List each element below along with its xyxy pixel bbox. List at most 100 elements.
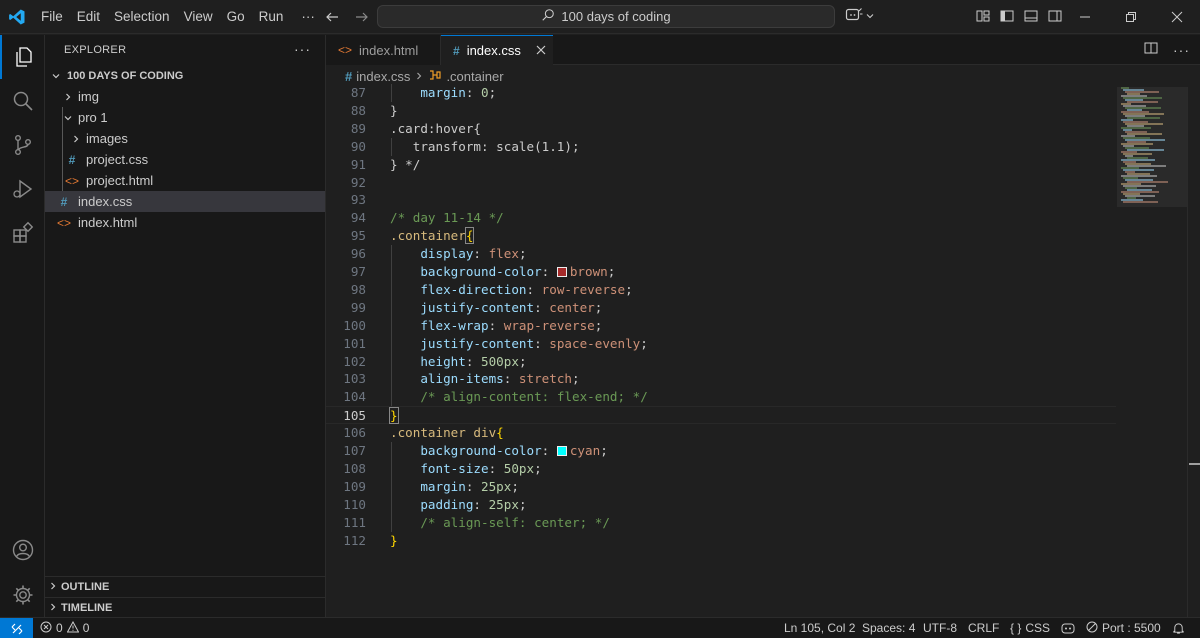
code-line[interactable]: 91} */ (326, 156, 1116, 174)
code-line[interactable]: 88} (326, 102, 1116, 120)
menu-go[interactable]: Go (220, 0, 252, 34)
close-window-icon[interactable] (1154, 0, 1200, 34)
tree-item-index-html[interactable]: <> index.html (45, 212, 325, 233)
extensions-icon[interactable] (0, 211, 45, 255)
chevron-down-icon (60, 113, 76, 123)
code-line[interactable]: 93 (326, 191, 1116, 209)
css-file-icon: # (453, 43, 460, 58)
more-actions-icon[interactable]: ··· (1173, 42, 1190, 58)
tree-item-project-html[interactable]: <> project.html (45, 170, 325, 191)
outline-section[interactable]: OUTLINE (45, 576, 325, 597)
code-line[interactable]: 87 margin: 0; (326, 84, 1116, 102)
code-line[interactable]: 104 /* align-content: flex-end; */ (326, 388, 1116, 407)
tab-index-css[interactable]: # index.css (441, 35, 553, 65)
minimap[interactable] (1117, 87, 1187, 617)
copilot-button[interactable] (845, 7, 875, 26)
more-actions-icon[interactable]: ··· (294, 41, 311, 57)
indentation[interactable]: Spaces: 4 (862, 618, 915, 638)
workspace-folder-label: 100 DAYS OF CODING (67, 69, 184, 82)
cursor-position[interactable]: Ln 105, Col 2 (784, 618, 855, 638)
problems-indicator[interactable]: 0 0 (40, 618, 89, 638)
split-editor-icon[interactable] (1143, 40, 1159, 59)
tree-item-img[interactable]: img (45, 86, 325, 107)
search-view-icon[interactable] (0, 79, 45, 123)
menu-view[interactable]: View (177, 0, 220, 34)
code-line[interactable]: 101 justify-content: space-evenly; (326, 334, 1116, 353)
explorer-icon[interactable] (0, 35, 45, 79)
line-number: 106 (343, 425, 366, 441)
code-line[interactable]: 96 display: flex; (326, 245, 1116, 264)
notifications-bell-icon[interactable] (1172, 618, 1185, 638)
menu-file[interactable]: File (34, 0, 70, 34)
code-line[interactable]: 92 (326, 174, 1116, 192)
code-content: display: flex; (420, 246, 527, 262)
breadcrumb-symbol[interactable]: .container (446, 69, 503, 84)
code-line[interactable]: 94 /* day 11-14 */ (326, 209, 1116, 227)
code-line[interactable]: 107 background-color: cyan; (326, 442, 1116, 460)
code-line[interactable]: 109 margin: 25px; (326, 477, 1116, 496)
live-server-port[interactable]: Port : 5500 (1086, 618, 1161, 638)
menu-selection[interactable]: Selection (107, 0, 177, 34)
code-line[interactable]: 110 padding: 25px; (326, 495, 1116, 514)
code-line[interactable]: 102 height: 500px; (326, 352, 1116, 371)
command-center-search[interactable]: 100 days of coding (377, 5, 835, 28)
workspace-folder[interactable]: 100 DAYS OF CODING (45, 65, 325, 86)
timeline-section[interactable]: TIMELINE (45, 597, 325, 618)
toggle-secondary-sidebar-icon[interactable] (1047, 8, 1063, 27)
end-of-line[interactable]: CRLF (968, 618, 999, 638)
run-debug-icon[interactable] (0, 167, 45, 211)
copilot-status-icon[interactable] (1060, 618, 1076, 638)
code-line[interactable]: 106 .container div{ (326, 424, 1116, 442)
menu-edit[interactable]: Edit (70, 0, 107, 34)
code-content: .container{ (390, 227, 475, 245)
minimap-slider[interactable] (1117, 87, 1187, 207)
customize-layout-icon[interactable] (975, 8, 991, 27)
code-line[interactable]: 90 transform: scale(1.1); (326, 137, 1116, 156)
line-number: 98 (350, 281, 366, 297)
line-number: 110 (343, 496, 366, 512)
tab-index-html[interactable]: <> index.html (326, 35, 441, 65)
breadcrumb-file[interactable]: index.css (356, 69, 410, 84)
code-line[interactable]: 97 background-color: brown; (326, 263, 1116, 281)
code-editor[interactable]: 87 margin: 0; 88} 89 .card:hover{90 transfo… (326, 84, 1200, 617)
chevron-down-icon (48, 71, 64, 81)
menu-run[interactable]: Run (252, 0, 291, 34)
tree-item-project-css[interactable]: # project.css (45, 149, 325, 170)
code-line[interactable]: 103 align-items: stretch; (326, 370, 1116, 389)
minimize-icon[interactable] (1062, 0, 1108, 34)
account-icon[interactable] (0, 528, 45, 572)
code-line[interactable]: 89 .card:hover{ (326, 120, 1116, 138)
forward-arrow-icon[interactable] (352, 7, 372, 27)
encoding[interactable]: UTF-8 (923, 618, 957, 638)
code-line[interactable]: 95 .container{ (326, 227, 1116, 245)
html-file-icon: <> (338, 43, 353, 57)
tree-item-index-css[interactable]: # index.css (45, 191, 325, 212)
code-line[interactable]: 111 /* align-self: center; */ (326, 513, 1116, 532)
code-line[interactable]: 105} (326, 406, 1116, 425)
close-tab-icon[interactable] (536, 43, 546, 58)
overview-ruler[interactable] (1187, 87, 1200, 617)
code-line[interactable]: 100 flex-wrap: wrap-reverse; (326, 316, 1116, 335)
settings-gear-icon[interactable] (0, 573, 45, 617)
color-swatch[interactable] (556, 446, 567, 456)
back-arrow-icon[interactable] (322, 7, 342, 27)
html-file-icon: <> (56, 215, 71, 230)
color-swatch[interactable] (556, 267, 567, 277)
search-icon (541, 8, 555, 25)
code-line[interactable]: 99 justify-content: center; (326, 298, 1116, 317)
toggle-primary-sidebar-icon[interactable] (999, 8, 1015, 27)
source-control-icon[interactable] (0, 123, 45, 167)
code-content: justify-content: center; (420, 299, 603, 315)
code-line[interactable]: 98 flex-direction: row-reverse; (326, 280, 1116, 299)
menu-more[interactable]: ··· (294, 0, 322, 34)
language-mode[interactable]: { } CSS (1010, 618, 1050, 638)
remote-indicator-icon[interactable] (0, 618, 33, 638)
code-line[interactable]: 108 font-size: 50px; (326, 459, 1116, 478)
restore-icon[interactable] (1108, 0, 1154, 34)
code-line[interactable]: 112} (326, 532, 1116, 550)
toggle-panel-icon[interactable] (1023, 8, 1039, 27)
tree-item-pro-1[interactable]: pro 1 (45, 107, 325, 128)
line-number: 95 (350, 228, 366, 244)
line-number: 102 (343, 353, 366, 369)
tree-item-images[interactable]: images (45, 128, 325, 149)
